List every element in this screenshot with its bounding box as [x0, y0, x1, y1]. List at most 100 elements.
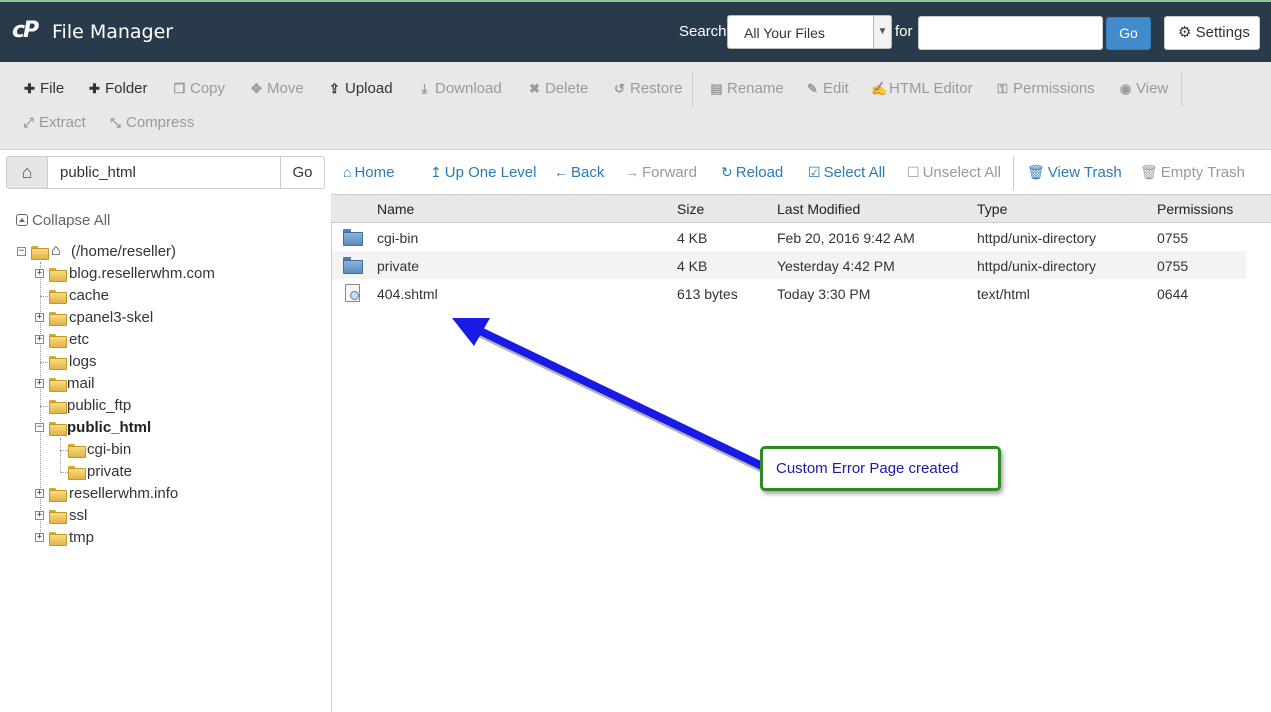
tree-item-public-html[interactable]: − public_html: [35, 418, 235, 440]
view-button[interactable]: ◉ View: [1118, 80, 1168, 97]
tree-item-cgi-bin[interactable]: cgi-bin: [55, 440, 235, 462]
file-modified: Yesterday 4:42 PM: [777, 258, 895, 274]
table-row[interactable]: cgi-bin 4 KB Feb 20, 2016 9:42 AM httpd/…: [332, 223, 1246, 251]
tree-item-blog[interactable]: + blog.resellerwhm.com: [35, 264, 235, 286]
move-button[interactable]: ✥ Move: [249, 80, 304, 97]
html-editor-button[interactable]: ✍ HTML Editor: [871, 80, 973, 97]
tree-item-label: mail: [67, 375, 95, 392]
search-go-button[interactable]: Go: [1106, 17, 1151, 50]
column-header-size[interactable]: Size: [677, 201, 704, 217]
expand-icon[interactable]: +: [35, 533, 44, 542]
plus-icon: ✚: [89, 81, 100, 96]
folder-icon: [343, 257, 363, 274]
tree-line: [40, 296, 48, 297]
collapse-expander-icon[interactable]: −: [35, 423, 44, 432]
path-input[interactable]: public_html: [47, 156, 281, 189]
nav-select-all-button[interactable]: ☑ Select All: [808, 164, 885, 181]
tree-item-logs[interactable]: logs: [35, 352, 235, 374]
nav-back-button[interactable]: ← Back: [554, 164, 604, 181]
expand-icon[interactable]: +: [35, 511, 44, 520]
tree-item-ssl[interactable]: + ssl: [35, 506, 235, 528]
collapse-expander-icon[interactable]: −: [17, 247, 26, 256]
restore-button[interactable]: ↺ Restore: [612, 80, 682, 97]
folder-icon: [49, 356, 67, 370]
settings-button[interactable]: ⚙ Settings: [1164, 16, 1260, 50]
edit-button[interactable]: ✎ Edit: [805, 80, 849, 97]
nav-select-all-label: Select All: [823, 164, 886, 181]
tree-item-tmp[interactable]: + tmp: [35, 528, 235, 550]
column-header-permissions[interactable]: Permissions: [1157, 201, 1233, 217]
key-icon: ⚿: [997, 81, 1008, 96]
expand-icon[interactable]: +: [35, 313, 44, 322]
file-name: cgi-bin: [377, 230, 419, 246]
home-icon: ⌂: [21, 162, 33, 182]
collapse-all-button[interactable]: Collapse All: [16, 212, 110, 229]
copy-button[interactable]: ❐ Copy: [172, 80, 225, 97]
chevron-down-icon[interactable]: ▼: [873, 16, 891, 48]
tree-item-label: resellerwhm.info: [69, 485, 179, 502]
nav-empty-trash-button[interactable]: 🗑 Empty Trash: [1140, 164, 1245, 181]
rename-label: Rename: [727, 80, 784, 97]
compress-icon: ⤡: [110, 115, 121, 130]
tree-root[interactable]: − ⌂ (/home/reseller): [17, 242, 197, 264]
nav-forward-button[interactable]: → Forward: [625, 164, 697, 181]
file-name: 404.shtml: [377, 286, 438, 302]
new-file-button[interactable]: ✚ File: [22, 80, 64, 97]
upload-button[interactable]: ⇪ Upload: [327, 80, 393, 97]
nav-unselect-all-button[interactable]: ☐ Unselect All: [907, 164, 1001, 181]
tree-item-public-ftp[interactable]: public_ftp: [35, 396, 235, 418]
folder-icon: [49, 510, 67, 524]
plus-icon: ✚: [24, 81, 35, 96]
tree-item-cache[interactable]: cache: [35, 286, 235, 308]
folder-open-icon: [31, 246, 49, 260]
expand-icon: ⤢: [23, 115, 34, 130]
search-scope-select[interactable]: All Your Files ▼: [727, 15, 892, 49]
file-size: 613 bytes: [677, 286, 738, 302]
tree-item-resellerwhm-info[interactable]: + resellerwhm.info: [35, 484, 235, 506]
rename-button[interactable]: ▤ Rename: [709, 80, 784, 97]
upload-icon: ⇪: [329, 81, 340, 96]
reload-icon: ↻: [721, 164, 733, 180]
file-permissions: 0755: [1157, 258, 1189, 274]
copy-icon: ❐: [173, 81, 186, 96]
download-button[interactable]: ⤓ Download: [417, 80, 502, 97]
column-header-name[interactable]: Name: [377, 201, 414, 217]
pencil-icon: ✎: [807, 81, 818, 96]
table-row[interactable]: private 4 KB Yesterday 4:42 PM httpd/uni…: [332, 251, 1246, 279]
path-home-button[interactable]: ⌂: [6, 156, 48, 189]
new-folder-button[interactable]: ✚ Folder: [87, 80, 147, 97]
table-row[interactable]: 404.shtml 613 bytes Today 3:30 PM text/h…: [332, 279, 1246, 307]
tree-item-etc[interactable]: + etc: [35, 330, 235, 352]
extract-button[interactable]: ⤢ Extract: [21, 114, 85, 131]
arrow-left-icon: ←: [554, 164, 568, 180]
nav-view-trash-label: View Trash: [1047, 164, 1122, 181]
expand-icon[interactable]: +: [35, 489, 44, 498]
expand-icon[interactable]: +: [35, 379, 44, 388]
file-modified: Feb 20, 2016 9:42 AM: [777, 230, 915, 246]
tree-item-private[interactable]: private: [55, 462, 235, 484]
expand-icon[interactable]: +: [35, 269, 44, 278]
compress-button[interactable]: ⤡ Compress: [108, 114, 194, 131]
permissions-button[interactable]: ⚿ Permissions: [995, 80, 1095, 97]
tree-item-label: cache: [69, 287, 110, 304]
tree-item-mail[interactable]: + mail: [35, 374, 235, 396]
path-go-button[interactable]: Go: [280, 156, 325, 189]
nav-unselect-all-label: Unselect All: [922, 164, 1001, 181]
nav-back-label: Back: [571, 164, 605, 181]
delete-button[interactable]: ✖ Delete: [527, 80, 588, 97]
nav-reload-button[interactable]: ↻ Reload: [721, 164, 783, 181]
expand-icon[interactable]: +: [35, 335, 44, 344]
view-label: View: [1136, 80, 1169, 97]
column-header-last-modified[interactable]: Last Modified: [777, 201, 860, 217]
nav-view-trash-button[interactable]: 🗑 View Trash: [1027, 164, 1122, 181]
nav-up-one-level-button[interactable]: ↥ Up One Level: [430, 164, 536, 181]
tree-item-cpanel3-skel[interactable]: + cpanel3-skel: [35, 308, 235, 330]
column-header-type[interactable]: Type: [977, 201, 1007, 217]
collapse-all-label: Collapse All: [32, 212, 111, 229]
search-input[interactable]: [918, 16, 1103, 50]
nav-home-button[interactable]: ⌂ Home: [343, 164, 394, 181]
tree-item-label: ssl: [69, 507, 88, 524]
tree-line: [40, 406, 48, 407]
file-icon: ▤: [710, 81, 723, 96]
cpanel-logo[interactable]: cP: [12, 18, 39, 43]
